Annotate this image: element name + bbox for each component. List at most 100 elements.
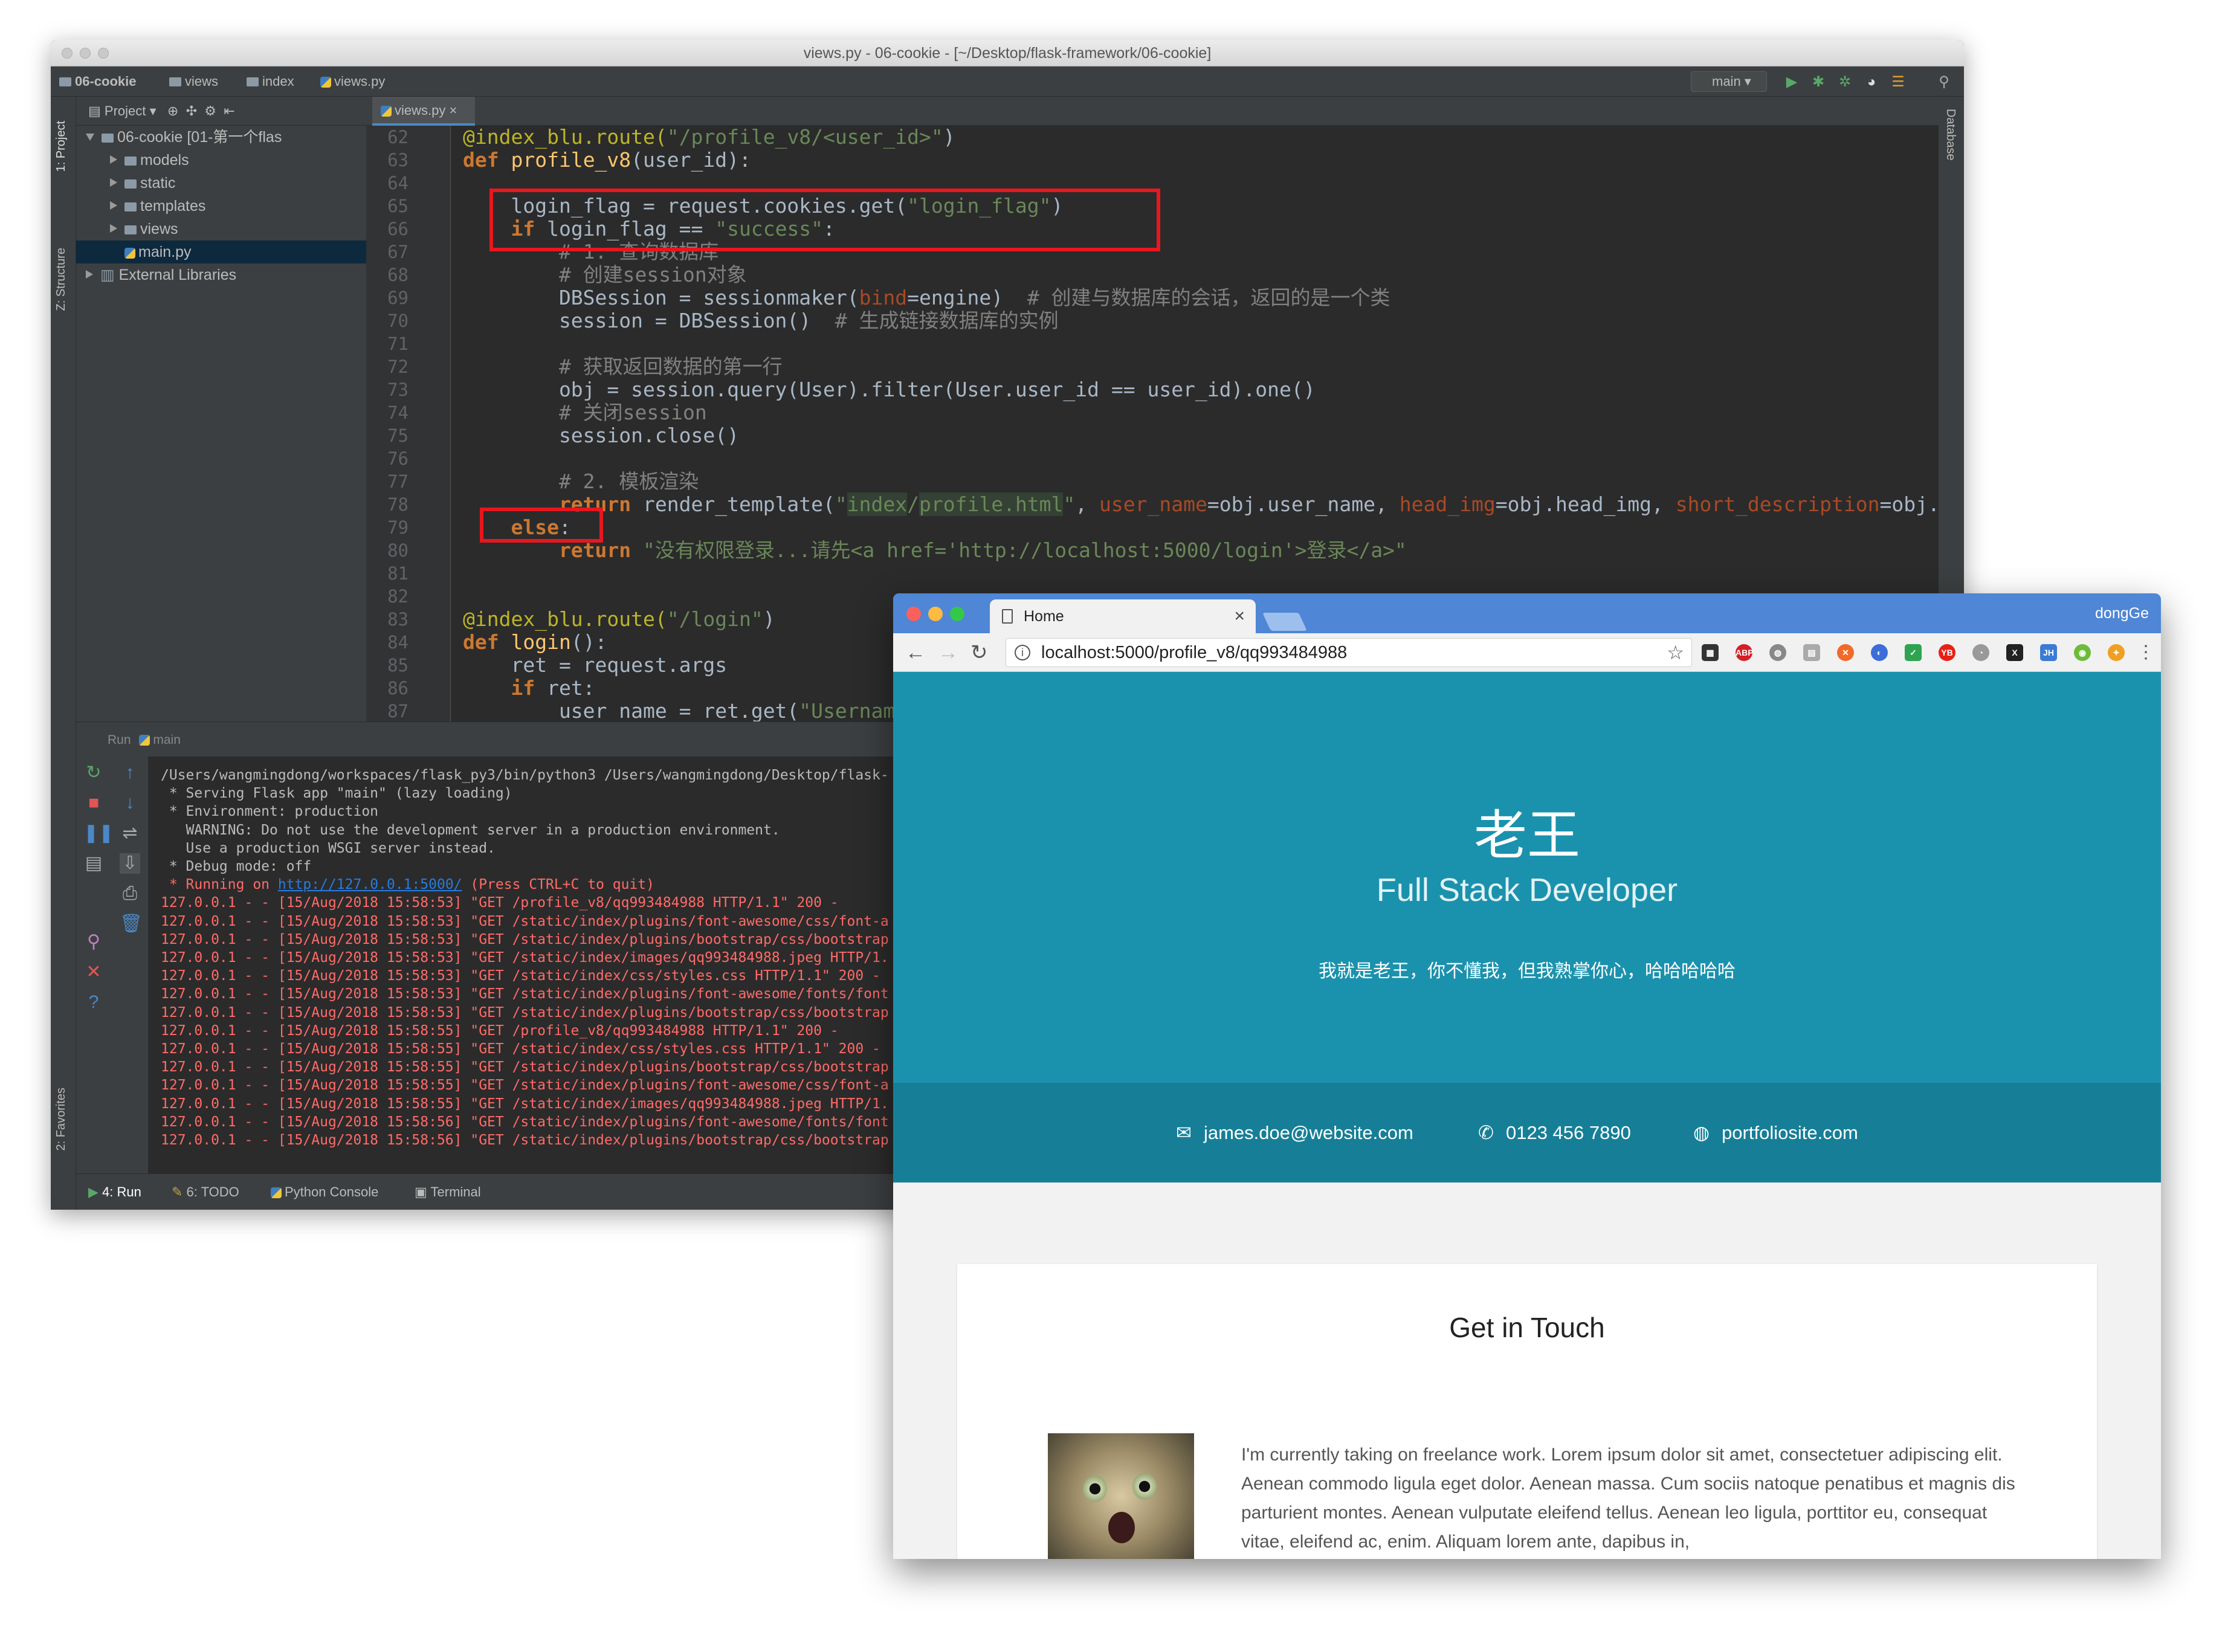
ide-title-bar: views.py - 06-cookie - [~/Desktop/flask-… (51, 40, 1964, 66)
code-line-74: # 关闭session (463, 401, 707, 424)
info-icon[interactable]: i (1015, 645, 1030, 660)
cat-eye-left (1083, 1476, 1107, 1502)
code-line-62: @index_blu.route("/profile_v8/<user_id>"… (463, 126, 955, 149)
vcs-icon[interactable]: ☰ (1890, 74, 1906, 90)
tab-todo[interactable]: ✎ 6: TODO (172, 1174, 239, 1210)
expand-arrow-icon[interactable] (110, 201, 117, 210)
close-tab-icon[interactable]: × (449, 103, 457, 118)
favorites-tool-tab[interactable]: 2: Favorites (54, 1088, 68, 1150)
close-window-button[interactable] (62, 48, 73, 59)
profile-icon[interactable]: ◕ (1864, 74, 1879, 90)
close-run-icon[interactable]: ✕ (83, 962, 104, 982)
breadcrumb-index[interactable]: index (247, 66, 294, 97)
globe-extension-icon[interactable]: ◍ (1769, 644, 1786, 661)
phone-icon: ✆ (1478, 1122, 1494, 1143)
settings-icon[interactable]: ⚙ (204, 103, 216, 118)
structure-tool-tab[interactable]: Z: Structure (54, 248, 68, 311)
page-extension-icon[interactable]: ▤ (1803, 644, 1820, 661)
youtube-extension-icon[interactable]: YB (1939, 644, 1955, 661)
run-configuration-select[interactable]: main ▾ (1691, 71, 1767, 92)
minimize-window-button[interactable] (80, 48, 91, 59)
qr-code-extension-icon[interactable]: ▦ (1702, 644, 1719, 661)
help-icon[interactable]: ? (83, 992, 104, 1013)
folder-icon (124, 225, 137, 234)
rerun-icon[interactable]: ↻ (83, 763, 104, 783)
zoom-window-button[interactable] (98, 48, 109, 59)
pause-icon[interactable]: ❚❚ (83, 823, 114, 844)
zoom-window-button[interactable] (950, 607, 964, 621)
search-icon[interactable]: ⚲ (1936, 74, 1952, 90)
tree-item-external-libraries[interactable]: ▥ External Libraries (76, 263, 366, 286)
breadcrumb-project[interactable]: 06-cookie (59, 66, 137, 97)
clear-all-icon[interactable]: 🗑 (120, 914, 143, 934)
shield-extension-icon[interactable]: ✓ (1905, 644, 1922, 661)
tab-python-console[interactable]: Python Console (271, 1174, 378, 1210)
profile-name[interactable]: dongGe (2095, 593, 2149, 633)
run-icon[interactable]: ▶ (1784, 74, 1800, 90)
expand-arrow-icon[interactable] (110, 155, 117, 164)
close-tab-icon[interactable]: × (1234, 599, 1245, 633)
browser-tab-home[interactable]: Home × (990, 599, 1256, 633)
grey-extension-icon[interactable]: ◔ (1972, 644, 1989, 661)
run-panel-config[interactable]: main (153, 733, 181, 747)
scroll-to-end-icon[interactable]: ⇩ (120, 853, 140, 874)
green-extension-icon[interactable]: ◉ (2074, 644, 2091, 661)
collapse-icon[interactable]: ✣ (186, 103, 197, 118)
close-window-button[interactable] (906, 607, 921, 621)
line-number: 82 (387, 586, 409, 607)
blue-extension-icon[interactable]: ◐ (1871, 644, 1888, 661)
python-icon (139, 735, 150, 746)
breadcrumb-views[interactable]: views (169, 66, 218, 97)
expand-arrow-icon[interactable] (86, 134, 94, 141)
scroll-up-icon[interactable]: ↑ (120, 763, 140, 783)
database-tool-tab[interactable]: Database (1943, 109, 1957, 161)
expand-arrow-icon[interactable] (86, 270, 93, 279)
stop-icon[interactable]: ■ (83, 793, 104, 813)
scroll-down-icon[interactable]: ↓ (120, 793, 140, 813)
address-bar[interactable]: i localhost:5000/profile_v8/qq993484988 … (1006, 638, 1692, 667)
tab-run[interactable]: ▶ 4: Run (88, 1174, 141, 1210)
tree-item-views[interactable]: views (76, 218, 366, 240)
tree-item-models[interactable]: models (76, 149, 366, 172)
adblock-extension-icon[interactable]: ABP (1736, 644, 1754, 661)
fox-extension-icon[interactable]: ✦ (2108, 644, 2125, 661)
breadcrumb-file[interactable]: views.py (320, 66, 385, 97)
soft-wrap-icon[interactable]: ⇌ (120, 823, 140, 844)
terminal-icon: ▣ (415, 1184, 431, 1199)
tab-terminal[interactable]: ▣ Terminal (415, 1174, 481, 1210)
tree-item-main-py[interactable]: main.py (76, 240, 366, 263)
server-url-link[interactable]: http://127.0.0.1:5000/ (278, 877, 462, 892)
forward-icon[interactable]: → (938, 633, 958, 672)
hide-icon[interactable]: ⇤ (224, 103, 234, 118)
reload-icon[interactable]: ↻ (970, 633, 988, 672)
contact-email[interactable]: ✉ james.doe@website.com (1176, 1083, 1413, 1183)
print-icon[interactable]: ⎙ (120, 883, 140, 904)
tree-item-templates[interactable]: templates (76, 195, 366, 218)
expand-arrow-icon[interactable] (110, 178, 117, 187)
back-icon[interactable]: ← (905, 633, 926, 672)
sync-icon[interactable]: ⊕ (167, 103, 178, 118)
expand-arrow-icon[interactable] (110, 224, 117, 233)
new-tab-button[interactable] (1262, 613, 1307, 631)
get-in-touch-card: Get in Touch I'm currently taking on fre… (957, 1264, 2097, 1559)
tree-item-static[interactable]: static (76, 172, 366, 195)
debug-icon[interactable]: ✱ (1810, 74, 1826, 90)
bookmark-star-icon[interactable]: ☆ (1667, 639, 1684, 666)
code-line-85: ret = request.args (463, 653, 728, 677)
project-view-select[interactable]: Project (105, 103, 146, 118)
editor-tab-views-py[interactable]: views.py × (372, 97, 475, 126)
code-line-87: user_name = ret.get("Username") (463, 699, 931, 723)
dump-threads-icon[interactable]: ▤ (83, 853, 104, 874)
line-number: 86 (387, 678, 409, 699)
project-tool-tab[interactable]: 1: Project (54, 121, 68, 172)
pin-icon[interactable]: ⚲ (83, 932, 104, 952)
minimize-window-button[interactable] (928, 607, 943, 621)
menu-icon[interactable]: ⋮ (2137, 633, 2155, 672)
tree-item-project-root[interactable]: 06-cookie [01-第一个flas (76, 126, 366, 149)
x-extension-icon[interactable]: X (2006, 644, 2023, 661)
contact-website[interactable]: ◍ portfoliosite.com (1693, 1083, 1858, 1183)
contact-phone[interactable]: ✆ 0123 456 7890 (1478, 1083, 1631, 1183)
jh-extension-icon[interactable]: JH (2040, 644, 2057, 661)
orange-extension-icon[interactable]: ✕ (1837, 644, 1854, 661)
coverage-icon[interactable]: ✲ (1837, 74, 1853, 90)
